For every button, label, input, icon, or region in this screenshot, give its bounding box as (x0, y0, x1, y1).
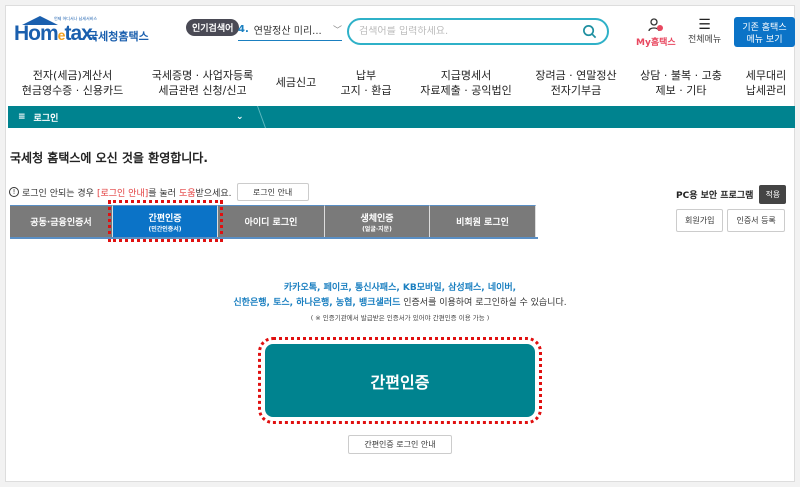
tab-guest-login[interactable]: 비회원 로그인 (430, 205, 536, 237)
nav-line: 상담 · 불복 · 고충 (640, 69, 722, 82)
pc-security: PC용 보안 프로그램 적용 (676, 185, 787, 204)
description-text: 인증서를 이용하여 로그인하실 수 있습니다. (400, 298, 567, 308)
nav-item-statement[interactable]: 지급명세서자료제출 · 공익법인 (406, 68, 526, 98)
menu-icon: ≡ (18, 112, 26, 122)
nav-line: 전자기부금 (550, 84, 602, 97)
nav-item-tax-report[interactable]: 세금신고 (266, 68, 326, 98)
info-circle-icon: ! (9, 187, 19, 197)
tab-label: 아이디 로그인 (244, 218, 298, 228)
hometax-logo[interactable]: 언제 어디서나 납세서비스 Hometax. 국세청홈택스 (14, 16, 154, 46)
notice-text: 받으세요. (195, 188, 232, 199)
nav-line: 납부 (355, 69, 377, 82)
my-hometax-button[interactable]: My홈택스 (636, 18, 676, 48)
nav-line: 세금관련 신청/신고 (158, 84, 247, 97)
nav-line: 전자(세금)계산서 (32, 69, 113, 82)
tab-sublabel: (얼굴·지문) (362, 225, 392, 233)
user-star-icon (648, 18, 663, 32)
nav-item-certificate[interactable]: 국세증명 · 사업자등록세금관련 신청/신고 (139, 68, 266, 98)
breadcrumb-label: 로그인 (33, 113, 59, 124)
providers-line2: 신한은행, 토스, 하나은행, 농협, 뱅크샐러드 (233, 298, 401, 308)
nav-item-einvoice[interactable]: 전자(세금)계산서현금영수증 · 신용카드 (6, 68, 139, 98)
notice-text: 를 눌러 (148, 188, 176, 199)
search-box (347, 18, 609, 45)
pc-security-label: PC용 보안 프로그램 (676, 191, 754, 201)
nav-line: 자료제출 · 공익법인 (420, 84, 512, 97)
popular-rank: 4. (238, 24, 249, 35)
register-cert-button[interactable]: 인증서 등록 (727, 209, 785, 232)
nav-line: 국세증명 · 사업자등록 (151, 69, 254, 82)
chevron-down-icon: ﹀ (332, 26, 342, 36)
tab-simple-auth[interactable]: 간편인증 (민간인증서) (108, 200, 223, 242)
popular-search-label: 인기검색어 (186, 19, 240, 36)
note-text: ( ※ 인증기관에서 발급받은 인증서가 있어야 간편인증 이용 가능 ) (310, 314, 490, 322)
nav-line: 고지 · 환급 (340, 84, 392, 97)
tab-label: 공동·금융인증서 (30, 218, 92, 228)
login-guide-button[interactable]: 로그인 안내 (236, 183, 309, 201)
breadcrumb-bar[interactable]: ≡ 로그인 ⌄ (8, 106, 795, 128)
simple-auth-description: 카카오톡, 페이코, 통신사패스, KB모바일, 삼성패스, 네이버, 신한은행… (0, 281, 800, 326)
tab-label: 간편인증 (148, 213, 182, 224)
notice-help: 도움 (178, 188, 196, 199)
popular-search-dropdown[interactable]: 4. 연말정산 미리... ﹀ (238, 22, 342, 41)
nav-line: 세금신고 (275, 76, 317, 89)
notice-link[interactable]: [로그인 안내] (97, 186, 148, 199)
tab-label: 생체인증 (360, 213, 394, 224)
nav-line: 제보 · 기타 (655, 84, 707, 97)
nav-line: 납세관리 (745, 84, 787, 97)
logo-en: Hometax. (14, 22, 98, 45)
tab-sublabel: (민간인증서) (148, 225, 182, 233)
popular-term: 연말정산 미리... (253, 26, 322, 37)
tab-id-login[interactable]: 아이디 로그인 (218, 205, 325, 237)
logo-kr: 국세청홈택스 (88, 30, 149, 43)
hamburger-icon: ☰ (698, 17, 711, 33)
login-notice: ! 로그인 안되는 경우 [로그인 안내] 를 눌러 도움 받으세요. 로그인 안내 (9, 183, 309, 201)
nav-item-payment[interactable]: 납부고지 · 환급 (326, 68, 406, 98)
tab-biometric[interactable]: 생체인증 (얼굴·지문) (325, 205, 430, 237)
search-icon[interactable] (582, 24, 597, 39)
join-button[interactable]: 회원가입 (676, 209, 724, 232)
simple-auth-guide-button[interactable]: 간편인증 로그인 안내 (348, 435, 452, 454)
simple-auth-button[interactable]: 간편인증 (258, 337, 542, 424)
nav-line: 현금영수증 · 신용카드 (21, 84, 124, 97)
old-menu-line1: 기존 홈택스 (742, 22, 787, 33)
tab-underline (10, 237, 538, 239)
nav-line: 장려금 · 연말정산 (535, 69, 617, 82)
main-nav: 전자(세금)계산서현금영수증 · 신용카드 국세증명 · 사업자등록세금관련 신… (6, 68, 796, 98)
providers-line1: 카카오톡, 페이코, 통신사패스, KB모바일, 삼성패스, 네이버, (283, 283, 517, 293)
notice-text: 로그인 안되는 경우 (22, 188, 94, 199)
all-menu-label: 전체메뉴 (688, 35, 722, 45)
login-tabs: 공동·금융인증서 간편인증 (민간인증서) 아이디 로그인 생체인증 (얼굴·지문)… (10, 200, 536, 242)
nav-line: 지급명세서 (440, 69, 492, 82)
welcome-heading: 국세청 홈택스에 오신 것을 환영합니다. (10, 151, 208, 165)
breadcrumb-divider (245, 106, 267, 128)
search-input[interactable] (359, 26, 582, 37)
all-menu-button[interactable]: ☰ 전체메뉴 (688, 18, 721, 45)
nav-item-incentive[interactable]: 장려금 · 연말정산전자기부금 (526, 68, 626, 98)
chevron-down-icon[interactable]: ⌄ (236, 112, 244, 122)
apply-security-button[interactable]: 적용 (759, 185, 787, 204)
my-hometax-label: My홈택스 (636, 38, 676, 48)
account-buttons: 회원가입 인증서 등록 (676, 209, 785, 232)
nav-item-consult[interactable]: 상담 · 불복 · 고충제보 · 기타 (626, 68, 736, 98)
old-menu-button[interactable]: 기존 홈택스 메뉴 보기 (734, 17, 795, 47)
tab-joint-certificate[interactable]: 공동·금융인증서 (10, 205, 113, 237)
nav-item-agent[interactable]: 세무대리납세관리 (736, 68, 796, 98)
tab-label: 비회원 로그인 (456, 218, 509, 228)
nav-line: 세무대리 (745, 69, 787, 82)
old-menu-line2: 메뉴 보기 (746, 34, 783, 45)
